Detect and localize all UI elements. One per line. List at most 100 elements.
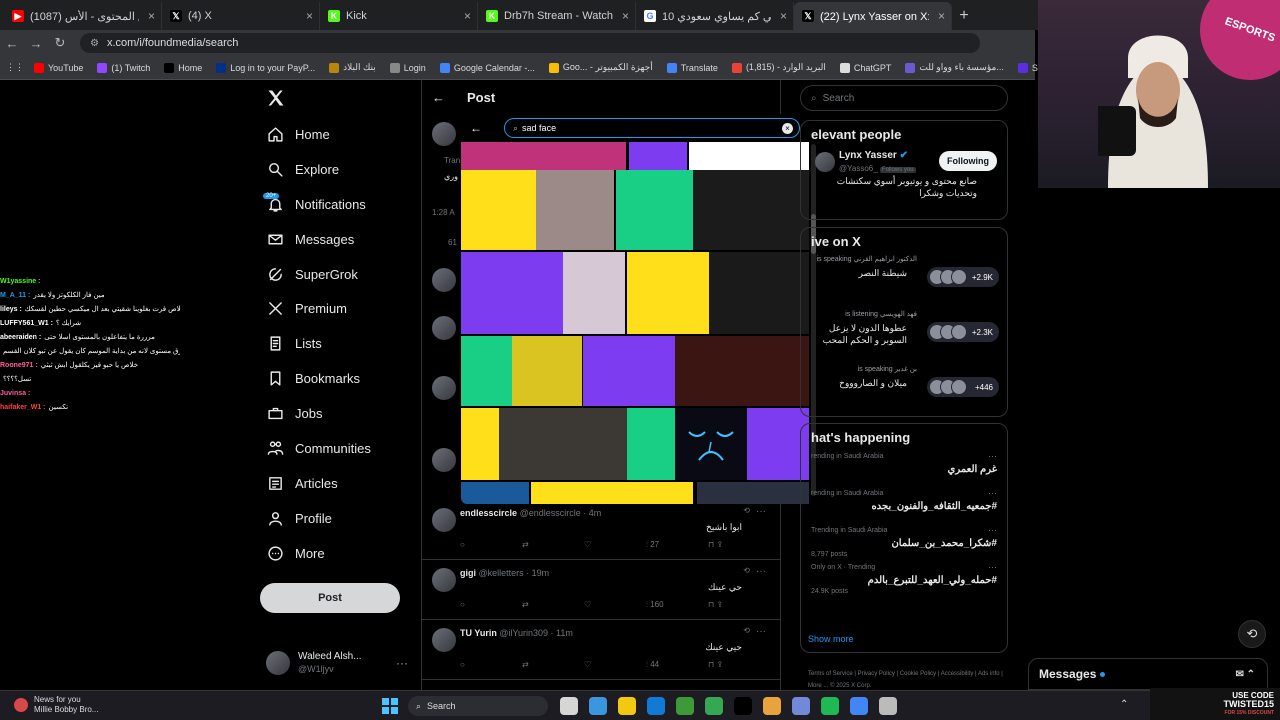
trend-item[interactable]: Only on X · Trending ··· #حمله_ولي_العهد_ل… <box>801 562 1007 599</box>
account-switcher[interactable]: Waleed Alsh... @W1ljyv ··· <box>266 648 416 678</box>
news-widget[interactable]: News for you Millie Bobby Bro... <box>14 695 98 715</box>
nav-notifications[interactable]: Notifications <box>260 187 420 222</box>
bookmark-item[interactable]: بنك البلاد <box>329 62 376 73</box>
bookmark-icon[interactable]: ⊓ ⇪ <box>708 600 770 610</box>
close-tab-icon[interactable]: × <box>464 9 471 23</box>
views-count[interactable]: ⫶ 160 <box>646 600 708 610</box>
gif-tile[interactable] <box>461 482 529 504</box>
nav-premium[interactable]: Premium <box>260 291 420 326</box>
grok-icon[interactable]: ⟲ <box>743 626 750 635</box>
tweet[interactable]: gigi @kelletters · 19m ⟲ ··· حي عينك ○ ⇄ ♡ ⫶ 16… <box>422 560 780 620</box>
taskbar-app-icon[interactable] <box>821 697 839 715</box>
gif-tile[interactable] <box>512 336 582 406</box>
like-icon[interactable]: ♡ <box>584 540 646 550</box>
browser-tab[interactable]: 𝕏 (4) X × <box>162 2 320 30</box>
nav-jobs[interactable]: Jobs <box>260 396 420 431</box>
browser-tab[interactable]: 𝕏 (22) Lynx Yasser on X: "جاهزين... × <box>794 2 952 30</box>
gif-tile[interactable] <box>616 170 693 250</box>
grok-icon[interactable]: ⟲ <box>743 506 750 515</box>
close-tab-icon[interactable]: × <box>780 9 787 23</box>
more-icon[interactable]: ··· <box>756 626 766 637</box>
gif-tile[interactable] <box>697 482 809 504</box>
nav-explore[interactable]: Explore <box>260 152 420 187</box>
grok-icon[interactable]: ⟲ <box>743 566 750 575</box>
reply-icon[interactable]: ○ <box>460 660 522 670</box>
taskbar-app-icon[interactable] <box>763 697 781 715</box>
gif-tile[interactable] <box>461 142 626 170</box>
taskbar-app-icon[interactable] <box>734 697 752 715</box>
more-icon[interactable]: ··· <box>988 525 997 535</box>
gif-search-input[interactable]: ⌕ sad face × <box>504 118 800 138</box>
translate-link[interactable]: Tran <box>444 156 460 165</box>
browser-tab[interactable]: ▶ (1087) دوري صناع المحتوى - الأس... × <box>4 2 162 30</box>
gif-tile[interactable] <box>461 170 536 250</box>
tray-overflow-icon[interactable]: ⌃ <box>1120 699 1128 710</box>
trend-item[interactable]: rending in Saudi Arabia ··· غرم العمري <box>801 451 1007 488</box>
bookmark-icon[interactable]: ⊓ ⇪ <box>708 660 770 670</box>
new-tab-icon[interactable]: + <box>952 2 976 30</box>
gif-tile[interactable] <box>461 408 499 480</box>
gif-tile[interactable] <box>689 142 809 170</box>
gif-tile[interactable] <box>563 252 625 334</box>
windows-start-icon[interactable] <box>382 698 398 714</box>
bookmark-item[interactable]: مؤسسة باء وواو للت... <box>905 62 1004 73</box>
taskbar-app-icon[interactable] <box>676 697 694 715</box>
back-arrow-icon[interactable]: ← <box>432 90 445 105</box>
gif-tile[interactable] <box>461 336 512 406</box>
reply-icon[interactable]: ○ <box>460 600 522 610</box>
more-icon[interactable]: ··· <box>988 451 997 461</box>
browser-tab[interactable]: K Drb7h Stream - Watch Live on K... × <box>478 2 636 30</box>
browser-tab[interactable]: K Kick × <box>320 2 478 30</box>
retweet-icon[interactable]: ⇄ <box>522 600 584 610</box>
following-button[interactable]: Following <box>939 151 997 171</box>
gif-tile[interactable] <box>693 170 809 250</box>
nav-articles[interactable]: Articles <box>260 466 420 501</box>
taskbar-app-icon[interactable] <box>705 697 723 715</box>
post-button[interactable]: Post <box>260 583 400 613</box>
space-listeners-pill[interactable]: +2.9K <box>927 267 999 287</box>
retweet-icon[interactable]: ⇄ <box>522 660 584 670</box>
taskbar-app-icon[interactable] <box>879 697 897 715</box>
gif-tile[interactable] <box>583 336 675 406</box>
tweet[interactable]: TU Yurin @ilYurin309 · 11m ⟲ ··· حيي عينك ○ ⇄… <box>422 620 780 680</box>
site-info-icon[interactable]: ⚙ <box>90 38 99 49</box>
more-icon[interactable]: ··· <box>988 562 997 572</box>
nav-home[interactable]: Home <box>260 117 420 152</box>
bookmark-icon[interactable]: ⊓ ⇪ <box>708 540 770 550</box>
compose-and-expand-icon[interactable]: ✉ ⌃ <box>1235 669 1255 680</box>
nav-bookmarks[interactable]: Bookmarks <box>260 361 420 396</box>
gif-tile[interactable] <box>629 142 687 170</box>
nav-communities[interactable]: Communities <box>260 431 420 466</box>
x-logo-icon[interactable] <box>266 88 286 108</box>
views-count[interactable]: ⫶ 44 <box>646 660 708 670</box>
nav-messages[interactable]: Messages <box>260 222 420 257</box>
taskbar-search[interactable]: ⌕ Search <box>408 696 548 716</box>
space-listeners-pill[interactable]: +446 <box>927 377 999 397</box>
like-icon[interactable]: ♡ <box>584 600 646 610</box>
tweet[interactable]: endlesscircle @endlesscircle · 4m ⟲ ··· ابو… <box>422 500 780 560</box>
gif-tile[interactable] <box>531 482 693 504</box>
taskbar-app-icon[interactable] <box>589 697 607 715</box>
live-space-row[interactable]: فهد الهويسي is listening عطوها الدون لا ي… <box>801 310 1007 365</box>
bookmark-item[interactable]: YouTube <box>34 62 83 73</box>
search-input[interactable]: ⌕ Search <box>800 85 1008 111</box>
nav-more[interactable]: More <box>260 536 420 571</box>
bookmark-item[interactable]: Login <box>389 62 426 73</box>
close-tab-icon[interactable]: × <box>148 9 155 23</box>
live-space-row[interactable]: بن غدير is speaking ميلان و الصاروووخ +446 <box>801 365 1007 416</box>
close-tab-icon[interactable]: × <box>622 9 629 23</box>
retweet-icon[interactable]: ⇄ <box>522 540 584 550</box>
gif-tile[interactable] <box>627 408 675 480</box>
back-arrow-icon[interactable]: ← <box>461 121 491 135</box>
bookmark-item[interactable]: Google Calendar -... <box>439 62 535 73</box>
taskbar-app-icon[interactable] <box>792 697 810 715</box>
live-space-row[interactable]: الدكتور ابراهيم القرني is speaking شيطنة … <box>801 255 1007 310</box>
avatar[interactable] <box>432 508 456 532</box>
nav-profile[interactable]: Profile <box>260 501 420 536</box>
show-more-link[interactable]: Show more <box>808 634 854 644</box>
gif-tile[interactable] <box>499 408 627 480</box>
space-listeners-pill[interactable]: +2.3K <box>927 322 999 342</box>
bookmark-item[interactable]: (1,815) - البريد الوارد <box>731 62 826 73</box>
footer-links[interactable]: Terms of Service | Privacy Policy | Cook… <box>808 668 1008 692</box>
bookmark-item[interactable]: Translate <box>666 62 718 73</box>
